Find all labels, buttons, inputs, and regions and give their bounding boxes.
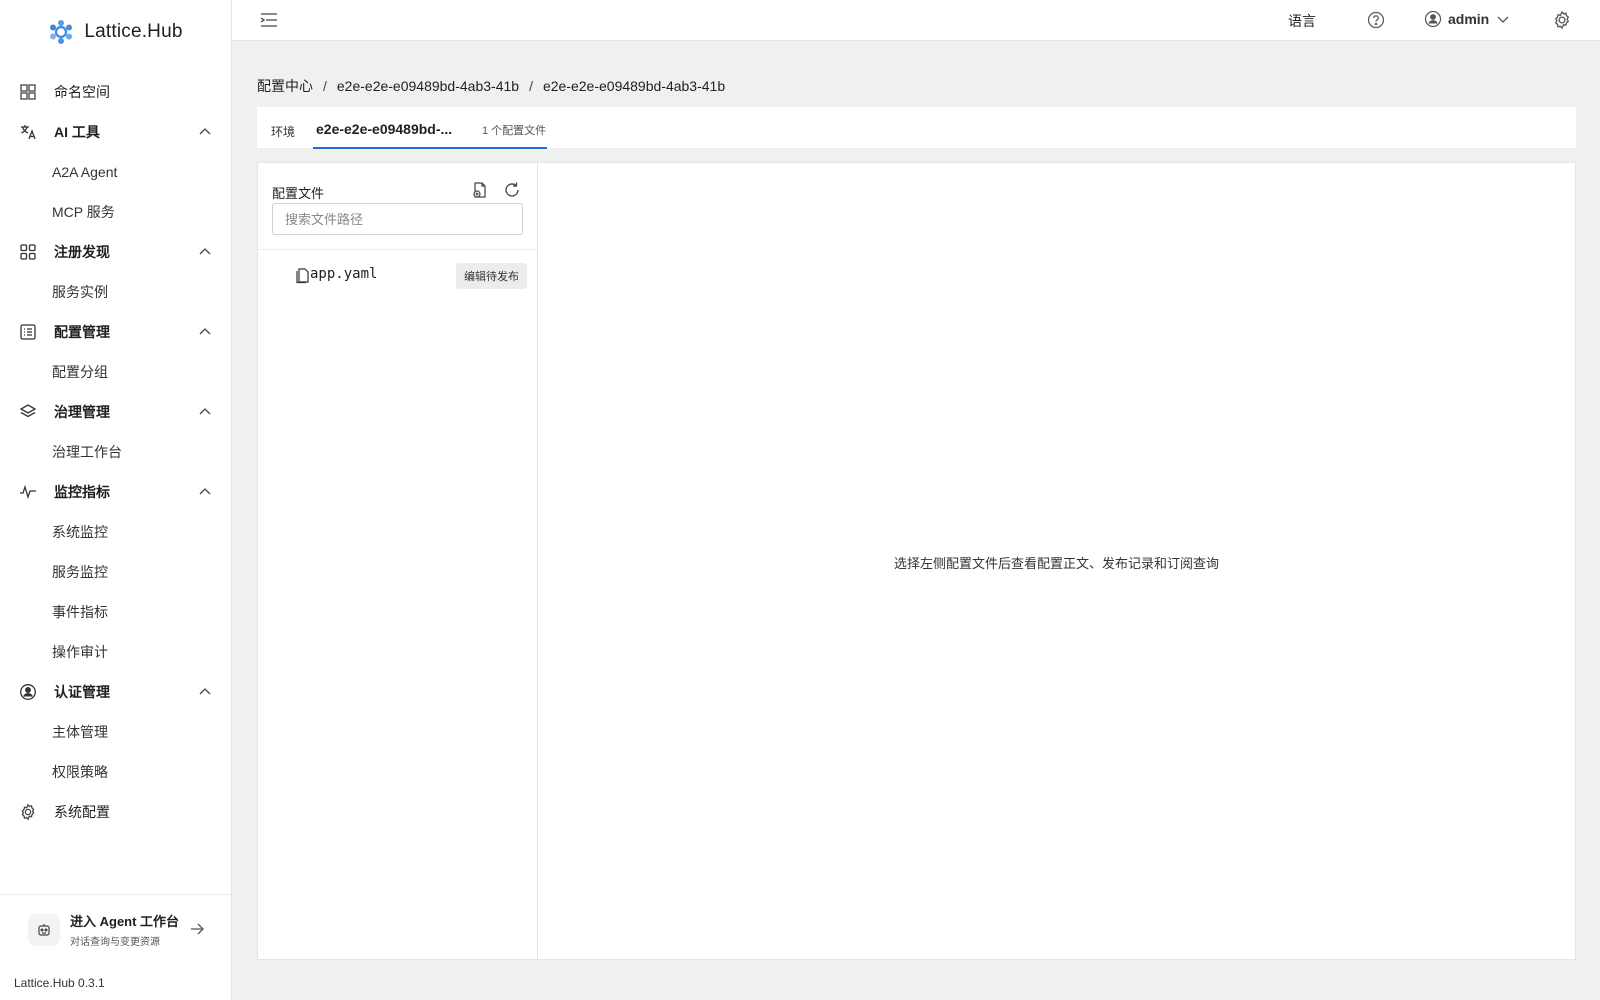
sidebar-item-system-settings[interactable]: 系统配置 [0, 792, 231, 832]
chevron-down-icon [1497, 16, 1509, 23]
sidebar-item-label: 注册发现 [54, 244, 110, 260]
config-panel: 配置文件 app.yaml 编辑待发布 选择左侧配置文件后查看配置正文、发布记录… [257, 162, 1576, 960]
top-header: 语言 admin [232, 0, 1600, 41]
refresh-icon[interactable] [503, 181, 521, 199]
divider [258, 249, 537, 250]
chevron-up-icon [199, 408, 211, 415]
tab-config-group[interactable]: e2e-e2e-e09489bd-... 1 个配置文件 [313, 107, 547, 149]
brand-title: Lattice.Hub [84, 21, 183, 42]
file-list-title: 配置文件 [272, 186, 325, 201]
tab-config-group-name: e2e-e2e-e09489bd-... [316, 121, 453, 137]
language-switch[interactable]: 语言 [1288, 11, 1316, 31]
sidebar-item-label: 治理管理 [54, 404, 110, 420]
robot-icon [28, 913, 60, 946]
sidebar-item-governance-workbench[interactable]: 治理工作台 [0, 432, 231, 472]
empty-state-hint: 选择左侧配置文件后查看配置正文、发布记录和订阅查询 [893, 556, 1219, 571]
file-icon [296, 268, 309, 284]
sidebar-group-config[interactable]: 配置管理 [0, 312, 231, 352]
sidebar-item-namespace[interactable]: 命名空间 [0, 72, 231, 112]
sidebar-item-principals[interactable]: 主体管理 [0, 712, 231, 752]
file-list-pane: 配置文件 app.yaml 编辑待发布 [258, 163, 538, 959]
user-avatar-icon [1424, 10, 1442, 28]
sidebar-item-label: 命名空间 [54, 84, 110, 100]
agent-workbench-subtitle: 对话查询与变更资源 [70, 937, 160, 948]
agent-workbench-entry[interactable]: 进入 Agent 工作台 对话查询与变更资源 [0, 894, 231, 964]
sidebar-nav: 命名空间 AI 工具 A2A Agent MCP 服务 注册发现 服务实例 配置… [0, 64, 231, 832]
breadcrumb-config-center[interactable]: 配置中心 [257, 76, 313, 96]
menu-toggle-icon[interactable] [260, 11, 278, 29]
user-name: admin [1448, 11, 1490, 27]
breadcrumb-separator: / [323, 78, 327, 94]
new-file-icon[interactable] [471, 181, 489, 199]
lattice-logo-icon [48, 19, 74, 45]
file-status-badge: 编辑待发布 [456, 263, 527, 289]
sidebar-group-governance[interactable]: 治理管理 [0, 392, 231, 432]
gear-icon [18, 802, 38, 822]
file-search-input[interactable] [272, 203, 523, 235]
sidebar-item-label: 认证管理 [54, 684, 110, 700]
grid-icon [18, 242, 38, 262]
tab-config-file-count: 1 个配置文件 [482, 125, 547, 137]
pulse-icon [18, 482, 38, 502]
brand[interactable]: Lattice.Hub [0, 0, 231, 64]
sidebar: Lattice.Hub 命名空间 AI 工具 A2A Agent MCP 服务 … [0, 0, 232, 1000]
tab-environment[interactable]: 环境 [271, 123, 295, 140]
sidebar-item-service-monitor[interactable]: 服务监控 [0, 552, 231, 592]
sidebar-group-registry[interactable]: 注册发现 [0, 232, 231, 272]
tab-bar: 环境 e2e-e2e-e09489bd-... 1 个配置文件 [257, 107, 1576, 149]
chevron-up-icon [199, 328, 211, 335]
namespace-icon [18, 82, 38, 102]
user-shield-icon [18, 682, 38, 702]
file-name: app.yaml [310, 266, 378, 282]
sidebar-item-service-instances[interactable]: 服务实例 [0, 272, 231, 312]
sidebar-group-ai-tools[interactable]: AI 工具 [0, 112, 231, 152]
sidebar-item-config-groups[interactable]: 配置分组 [0, 352, 231, 392]
file-list-item[interactable]: app.yaml 编辑待发布 [258, 259, 537, 291]
list-icon [18, 322, 38, 342]
settings-gear-icon[interactable] [1552, 10, 1572, 30]
app-version: Lattice.Hub 0.3.1 [14, 976, 105, 990]
sidebar-item-audit-log[interactable]: 操作审计 [0, 632, 231, 672]
sidebar-item-event-metrics[interactable]: 事件指标 [0, 592, 231, 632]
sidebar-item-mcp-service[interactable]: MCP 服务 [0, 192, 231, 232]
breadcrumb: 配置中心 / e2e-e2e-e09489bd-4ab3-41b / e2e-e… [257, 76, 725, 96]
sidebar-item-a2a-agent[interactable]: A2A Agent [0, 152, 231, 192]
sidebar-item-label: AI 工具 [54, 124, 100, 140]
agent-workbench-text: 进入 Agent 工作台 对话查询与变更资源 [70, 911, 179, 948]
breadcrumb-current: e2e-e2e-e09489bd-4ab3-41b [542, 78, 726, 94]
help-icon[interactable] [1367, 11, 1385, 29]
chevron-up-icon [199, 688, 211, 695]
breadcrumb-group[interactable]: e2e-e2e-e09489bd-4ab3-41b [337, 78, 519, 94]
layers-icon [18, 402, 38, 422]
translate-icon [18, 122, 38, 142]
sidebar-item-label: 系统配置 [54, 804, 110, 820]
arrow-right-icon [191, 923, 204, 935]
sidebar-item-label: 监控指标 [54, 484, 110, 500]
chevron-up-icon [199, 248, 211, 255]
sidebar-item-label: 配置管理 [54, 324, 110, 340]
breadcrumb-separator: / [529, 78, 533, 94]
sidebar-group-monitoring[interactable]: 监控指标 [0, 472, 231, 512]
user-menu[interactable]: admin [1424, 10, 1511, 28]
agent-workbench-title: 进入 Agent 工作台 [70, 914, 180, 929]
chevron-up-icon [199, 128, 211, 135]
sidebar-item-system-monitor[interactable]: 系统监控 [0, 512, 231, 552]
chevron-up-icon [199, 488, 211, 495]
sidebar-group-auth[interactable]: 认证管理 [0, 672, 231, 712]
sidebar-item-policies[interactable]: 权限策略 [0, 752, 231, 792]
